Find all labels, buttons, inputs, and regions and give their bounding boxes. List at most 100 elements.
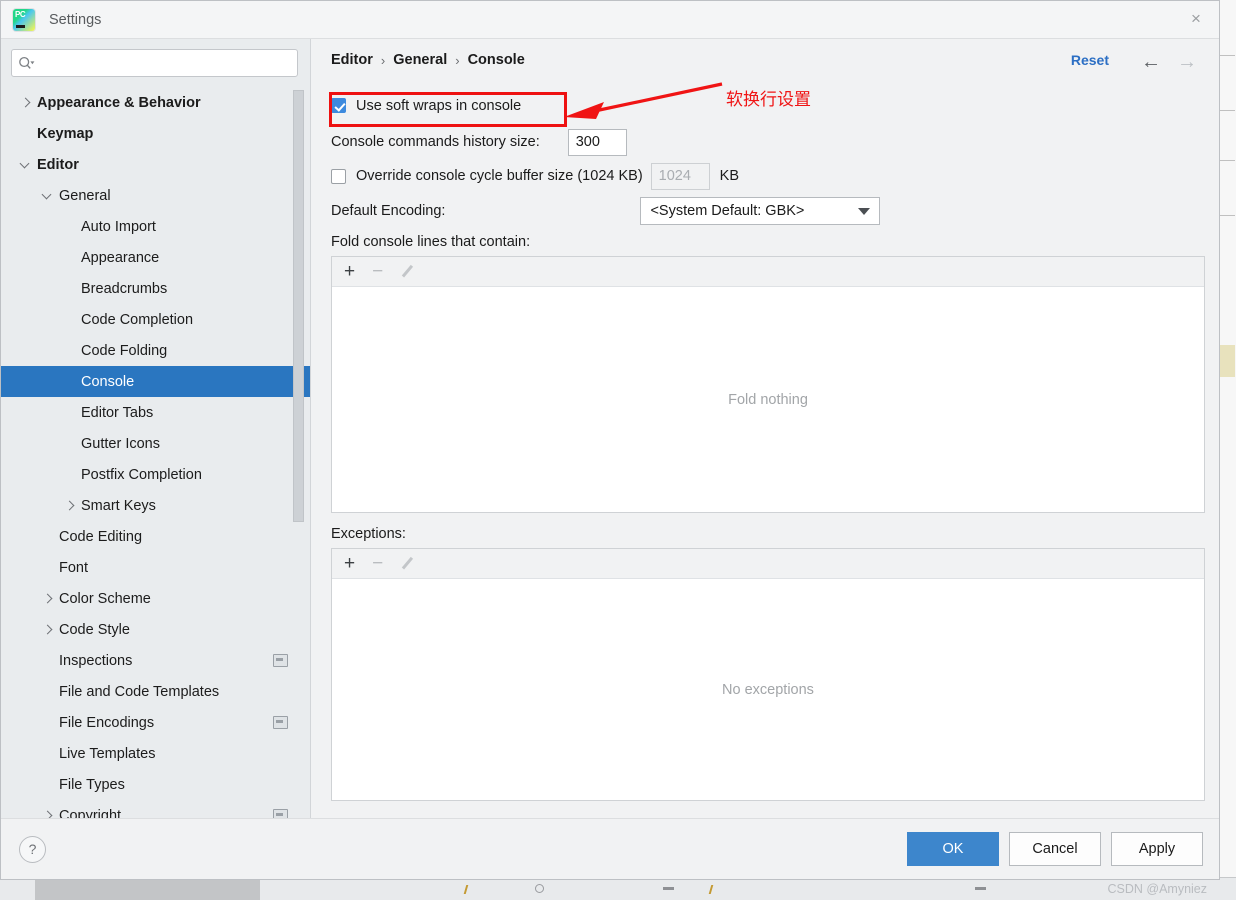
- sidebar-item-label: Keymap: [37, 125, 94, 142]
- sidebar-item-code-folding[interactable]: Code Folding: [1, 335, 310, 366]
- default-encoding-select[interactable]: <System Default: GBK>: [640, 197, 881, 225]
- dialog-titlebar: Settings ×: [1, 1, 1219, 39]
- override-buffer-input: 1024: [650, 162, 710, 190]
- footer-button-group: OK Cancel Apply: [907, 832, 1203, 866]
- sidebar-item-label: Editor: [37, 156, 79, 173]
- background-status-tick: [708, 885, 714, 894]
- sidebar-item-live-templates[interactable]: Live Templates: [1, 738, 310, 769]
- sidebar-item-appearance-behavior[interactable]: Appearance & Behavior: [1, 87, 310, 118]
- override-buffer-checkbox[interactable]: [331, 168, 346, 184]
- watermark: CSDN @Amyniez: [1107, 882, 1207, 896]
- sidebar-item-keymap[interactable]: Keymap: [1, 118, 310, 149]
- default-encoding-value: <System Default: GBK>: [650, 203, 805, 219]
- sidebar-item-general[interactable]: General: [1, 180, 310, 211]
- sidebar-item-editor-tabs[interactable]: Editor Tabs: [1, 397, 310, 428]
- fold-lines-empty-text: Fold nothing: [728, 391, 808, 408]
- window-title: Settings: [49, 11, 102, 28]
- chevron-right-icon[interactable]: [41, 592, 54, 605]
- pycharm-icon: [13, 8, 35, 31]
- arrow-right-icon[interactable]: →: [1177, 51, 1197, 74]
- arrow-left-icon[interactable]: ←: [1141, 51, 1161, 74]
- sidebar-item-label: Smart Keys: [81, 497, 156, 514]
- chevron-down-icon[interactable]: [41, 189, 54, 202]
- default-encoding-row: Default Encoding: <System Default: GBK>: [321, 193, 1205, 229]
- exceptions-section-label: Exceptions:: [331, 526, 406, 542]
- sidebar-item-color-scheme[interactable]: Color Scheme: [1, 583, 310, 614]
- sidebar-item-smart-keys[interactable]: Smart Keys: [1, 490, 310, 521]
- sidebar-item-editor[interactable]: Editor: [1, 149, 310, 180]
- settings-tree[interactable]: Appearance & Behavior Keymap Editor General…: [1, 86, 310, 818]
- fold-lines-toolbar: + −: [332, 257, 1204, 287]
- sidebar-item-label: File and Code Templates: [59, 683, 220, 700]
- background-scroll-tick: [1220, 160, 1235, 161]
- soft-wraps-label: Use soft wraps in console: [356, 97, 522, 114]
- background-scroll-tick: [1220, 55, 1235, 56]
- sidebar-item-gutter-icons[interactable]: Gutter Icons: [1, 428, 310, 459]
- sidebar-item-code-style[interactable]: Code Style: [1, 614, 310, 645]
- history-size-label: Console commands history size:: [331, 134, 540, 150]
- sidebar-item-label: Appearance & Behavior: [37, 94, 201, 111]
- settings-dialog: Settings × Appearance & BehaviorKeyma: [0, 0, 1220, 896]
- background-status-segment: [35, 878, 260, 900]
- settings-main-pane: Editor › General › Console Reset ← → Use…: [311, 39, 1219, 818]
- sidebar-scrollbar-thumb[interactable]: [293, 90, 304, 522]
- ok-button[interactable]: OK: [907, 832, 999, 866]
- apply-button[interactable]: Apply: [1111, 832, 1203, 866]
- sidebar-item-label: Live Templates: [59, 745, 156, 762]
- breadcrumb-separator: ›: [380, 52, 386, 68]
- chevron-right-icon[interactable]: [63, 499, 76, 512]
- sidebar-item-file-and-code-templates[interactable]: File and Code Templates: [1, 676, 310, 707]
- soft-wraps-checkbox[interactable]: [331, 98, 346, 113]
- close-icon[interactable]: ×: [1173, 0, 1219, 38]
- sidebar-item-label: Color Scheme: [59, 590, 151, 607]
- settings-sidebar: Appearance & Behavior Keymap Editor General…: [1, 39, 311, 818]
- background-editor-scrollbar[interactable]: [1219, 0, 1236, 880]
- sidebar-item-inspections[interactable]: Inspections: [1, 645, 310, 676]
- exceptions-empty-text: No exceptions: [722, 681, 814, 698]
- sidebar-item-breadcrumbs[interactable]: Breadcrumbs: [1, 273, 310, 304]
- chevron-right-icon[interactable]: [41, 623, 54, 636]
- reset-link[interactable]: Reset: [1071, 52, 1109, 68]
- background-scroll-tick: [1220, 110, 1235, 111]
- sidebar-item-file-types[interactable]: File Types: [1, 769, 310, 800]
- pencil-icon: [400, 264, 415, 279]
- sidebar-item-code-completion[interactable]: Code Completion: [1, 304, 310, 335]
- sidebar-item-label: Postfix Completion: [81, 466, 202, 483]
- search-input[interactable]: [11, 49, 298, 77]
- sidebar-item-copyright[interactable]: Copyright: [1, 800, 310, 818]
- chevron-down-icon[interactable]: [19, 158, 32, 171]
- sidebar-item-label: Code Folding: [81, 342, 168, 359]
- sidebar-item-console[interactable]: Console: [1, 366, 310, 397]
- background-status-dash: [663, 887, 674, 890]
- chevron-right-icon[interactable]: [19, 96, 32, 109]
- background-status-dash: [975, 887, 986, 890]
- sidebar-item-label: Font: [59, 559, 89, 576]
- add-icon[interactable]: +: [344, 262, 355, 281]
- exceptions-panel: + − No exceptions: [331, 548, 1205, 801]
- default-encoding-label: Default Encoding:: [331, 203, 446, 219]
- sidebar-item-file-encodings[interactable]: File Encodings: [1, 707, 310, 738]
- sidebar-item-postfix-completion[interactable]: Postfix Completion: [1, 459, 310, 490]
- chevron-right-icon[interactable]: [41, 809, 54, 818]
- background-scroll-tick: [1220, 215, 1235, 216]
- cancel-button[interactable]: Cancel: [1009, 832, 1101, 866]
- sidebar-item-label: Editor Tabs: [81, 404, 154, 421]
- sidebar-scrollbar-track[interactable]: [293, 86, 307, 818]
- project-scope-icon: [273, 654, 288, 667]
- soft-wraps-row[interactable]: Use soft wraps in console: [321, 89, 1205, 122]
- breadcrumb-item-general[interactable]: General: [393, 52, 447, 68]
- sidebar-item-code-editing[interactable]: Code Editing: [1, 521, 310, 552]
- breadcrumb-item-editor[interactable]: Editor: [331, 52, 373, 68]
- background-status-bar: [0, 877, 1236, 900]
- project-scope-icon: [273, 809, 288, 818]
- sidebar-item-appearance[interactable]: Appearance: [1, 242, 310, 273]
- pencil-icon: [400, 556, 415, 571]
- history-size-input[interactable]: 300: [567, 128, 627, 156]
- sidebar-item-auto-import[interactable]: Auto Import: [1, 211, 310, 242]
- add-icon[interactable]: +: [344, 554, 355, 573]
- override-buffer-row[interactable]: Override console cycle buffer size (1024…: [321, 159, 1205, 193]
- help-button[interactable]: ?: [19, 835, 46, 863]
- fold-lines-panel: + − Fold nothing: [331, 256, 1205, 513]
- sidebar-item-font[interactable]: Font: [1, 552, 310, 583]
- sidebar-item-label: Appearance: [81, 249, 160, 266]
